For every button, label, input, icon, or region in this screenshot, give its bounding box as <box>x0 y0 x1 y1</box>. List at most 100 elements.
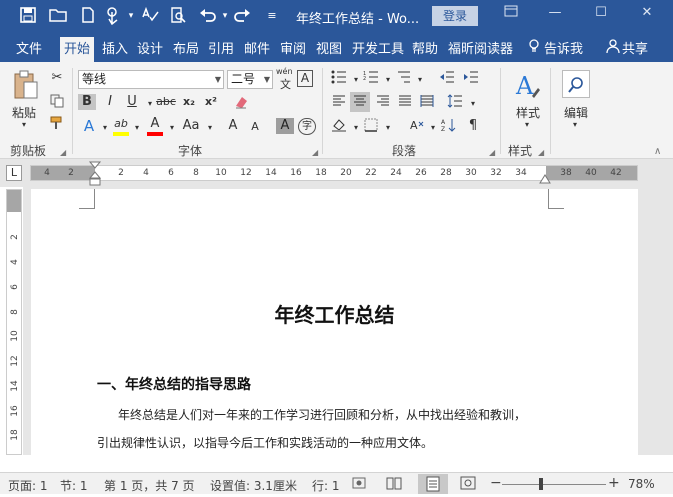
italic-button[interactable]: I <box>101 94 119 110</box>
styles-launcher-icon[interactable]: ◢ <box>538 148 544 157</box>
spellcheck-icon[interactable] <box>140 6 160 28</box>
tab-mailings[interactable]: 邮件 <box>240 37 274 62</box>
borders-icon[interactable] <box>362 118 380 137</box>
redo-icon[interactable] <box>232 7 252 28</box>
font-color-dropdown-icon[interactable]: ▾ <box>163 120 181 136</box>
document-title[interactable]: 年终工作总结 <box>31 299 638 328</box>
save-icon[interactable] <box>18 7 38 28</box>
status-page[interactable]: 页面: 1 <box>8 477 48 494</box>
zoom-level[interactable]: 78% <box>628 477 655 491</box>
increase-indent-icon[interactable] <box>462 70 480 89</box>
line-spacing-icon[interactable] <box>446 94 464 113</box>
tab-foxit-reader[interactable]: 福昕阅读器 <box>444 37 517 62</box>
read-mode-icon[interactable] <box>386 476 402 493</box>
touch-mode-icon[interactable] <box>103 7 123 30</box>
minimize-icon[interactable]: — <box>540 5 570 20</box>
zoom-in-button[interactable]: + <box>608 475 620 491</box>
chevron-down-icon[interactable]: ▼ <box>264 71 270 88</box>
tab-references[interactable]: 引用 <box>204 37 238 62</box>
highlight-dropdown-icon[interactable]: ▾ <box>128 120 146 136</box>
font-name-combo[interactable]: 等线 ▼ <box>78 70 224 89</box>
paragraph-line[interactable]: 引出规律性认识，以指导今后工作和实践活动的一种应用文体。 <box>97 434 433 451</box>
web-layout-icon[interactable] <box>460 476 476 493</box>
tab-help[interactable]: 帮助 <box>408 37 442 62</box>
align-right-icon[interactable] <box>374 94 392 113</box>
align-left-icon[interactable] <box>330 94 348 113</box>
login-button[interactable]: 登录 <box>432 6 478 26</box>
font-size-combo[interactable]: 二号 ▼ <box>227 70 273 89</box>
collapse-ribbon-icon[interactable]: ∧ <box>654 146 661 157</box>
tell-me-search[interactable]: 告诉我 <box>540 37 587 62</box>
shrink-font-button[interactable]: A <box>246 119 264 135</box>
editing-dropdown-icon[interactable]: ▾ <box>573 120 577 129</box>
styles-dropdown-icon[interactable]: ▾ <box>525 120 529 129</box>
vertical-scrollbar[interactable] <box>657 187 673 455</box>
numbering-icon[interactable]: 12 <box>362 70 380 89</box>
folder-icon[interactable] <box>48 7 68 28</box>
maximize-icon[interactable]: ☐ <box>586 5 616 20</box>
status-setting[interactable]: 设置值: 3.1厘米 <box>210 477 297 494</box>
right-indent-marker[interactable] <box>539 172 551 184</box>
tab-selector[interactable]: L <box>6 165 22 181</box>
subscript-button[interactable]: x₂ <box>180 94 198 110</box>
indent-marker[interactable] <box>88 161 102 187</box>
paragraph-line[interactable]: 年终总结是人们对一年来的工作学习进行回顾和分析，从中找出经验和教训， <box>118 406 526 423</box>
clipboard-launcher-icon[interactable]: ◢ <box>60 148 66 157</box>
underline-button[interactable]: U <box>123 94 141 110</box>
heading-1[interactable]: 一、年终总结的指导思路 <box>97 374 251 394</box>
superscript-button[interactable]: x² <box>202 94 220 110</box>
justify-icon[interactable] <box>396 94 414 113</box>
paragraph-launcher-icon[interactable]: ◢ <box>489 148 495 157</box>
zoom-out-button[interactable]: − <box>490 475 502 491</box>
character-shading-button[interactable]: A <box>276 118 294 134</box>
strikethrough-button[interactable]: abc <box>155 94 177 110</box>
customize-qat-icon[interactable]: ≡ <box>262 7 282 25</box>
align-center-icon[interactable] <box>350 92 370 112</box>
tab-design[interactable]: 设计 <box>133 37 167 62</box>
enclose-characters-button[interactable]: 字 <box>298 118 316 135</box>
bullets-icon[interactable] <box>330 70 348 89</box>
styles-button[interactable]: 样式 <box>516 104 540 121</box>
cut-icon[interactable]: ✂ <box>48 70 66 86</box>
borders-dropdown-icon[interactable]: ▾ <box>379 120 397 136</box>
font-launcher-icon[interactable]: ◢ <box>312 148 318 157</box>
close-icon[interactable]: ✕ <box>632 5 662 20</box>
zoom-slider-thumb[interactable] <box>539 478 544 490</box>
dropdown-arrow-icon[interactable]: ▾ <box>121 7 141 25</box>
distributed-icon[interactable] <box>418 94 436 113</box>
print-layout-icon[interactable] <box>418 474 448 494</box>
macro-recording-icon[interactable] <box>352 476 366 493</box>
tab-developer[interactable]: 开发工具 <box>348 37 408 62</box>
status-section[interactable]: 节: 1 <box>60 477 88 494</box>
sort-icon[interactable]: AZ <box>440 118 458 137</box>
case-dropdown-icon[interactable]: ▾ <box>201 120 219 136</box>
font-color-button[interactable]: A <box>146 116 164 132</box>
decrease-indent-icon[interactable] <box>438 70 456 89</box>
phonetic-guide-button[interactable]: wén <box>276 67 293 76</box>
chevron-down-icon[interactable]: ▼ <box>215 71 221 88</box>
change-case-button[interactable]: Aa <box>180 118 202 134</box>
zoom-slider[interactable] <box>502 484 606 485</box>
status-page-count[interactable]: 第 1 页，共 7 页 <box>104 477 195 494</box>
line-spacing-dropdown-icon[interactable]: ▾ <box>464 96 482 112</box>
paste-button[interactable]: 粘贴 <box>12 104 36 121</box>
styles-icon[interactable]: A <box>514 70 542 100</box>
copy-icon[interactable] <box>48 94 66 113</box>
share-button[interactable]: 共享 <box>618 37 652 62</box>
format-painter-icon[interactable] <box>48 116 66 135</box>
character-border-button[interactable]: A <box>297 70 313 87</box>
status-line[interactable]: 行: 1 <box>312 477 340 494</box>
vertical-ruler[interactable]: 2 4 6 8 10 12 14 16 18 <box>6 189 22 455</box>
tab-file[interactable]: 文件 <box>12 37 46 62</box>
paste-dropdown-icon[interactable]: ▾ <box>22 120 26 129</box>
tab-review[interactable]: 审阅 <box>276 37 310 62</box>
shading-icon[interactable] <box>330 118 348 137</box>
multilevel-dropdown-icon[interactable]: ▾ <box>411 72 429 88</box>
multilevel-list-icon[interactable] <box>394 70 412 89</box>
tab-home[interactable]: 开始 <box>60 37 95 62</box>
tab-layout[interactable]: 布局 <box>169 37 203 62</box>
paste-icon[interactable] <box>12 70 40 100</box>
tab-insert[interactable]: 插入 <box>98 37 132 62</box>
print-preview-icon[interactable] <box>168 7 188 28</box>
tab-view[interactable]: 视图 <box>312 37 346 62</box>
